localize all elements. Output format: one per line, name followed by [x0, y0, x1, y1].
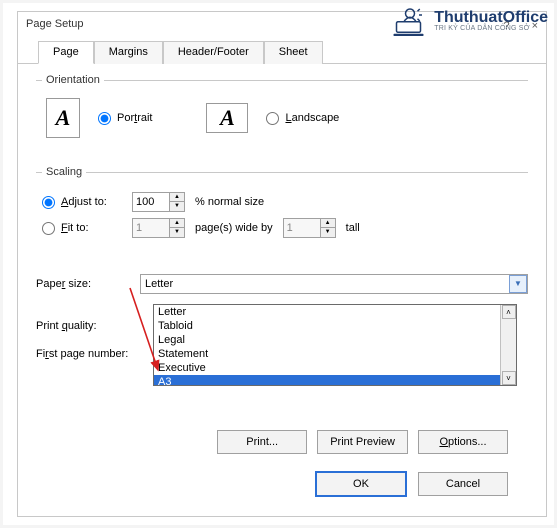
titlebar: Page Setup ? ×	[18, 12, 546, 38]
tab-sheet[interactable]: Sheet	[264, 41, 323, 64]
spin-down-icon[interactable]: ▼	[321, 228, 335, 237]
adjust-to-radio-input[interactable]	[42, 196, 55, 209]
adjust-to-input[interactable]	[132, 192, 170, 212]
close-button[interactable]: ×	[532, 20, 538, 32]
list-item[interactable]: Statement	[154, 347, 516, 361]
adjust-to-spinner[interactable]: ▲▼	[132, 192, 185, 212]
dialog-title: Page Setup	[26, 18, 84, 30]
tab-page[interactable]: Page	[38, 41, 94, 64]
tabstrip: Page Margins Header/Footer Sheet	[18, 40, 546, 64]
spin-up-icon[interactable]: ▲	[321, 219, 335, 228]
chevron-down-icon[interactable]: ▼	[509, 275, 527, 293]
list-item-selected[interactable]: A3	[154, 375, 516, 385]
adjust-to-radio[interactable]: Adjust to:	[42, 196, 122, 209]
paper-size-combo[interactable]: Letter ▼	[140, 274, 528, 294]
scaling-group: Scaling Adjust to: ▲▼ % normal size Fit …	[36, 166, 528, 250]
options-button[interactable]: Options...	[418, 430, 508, 454]
tab-headerfooter-label: Header/Footer	[178, 46, 249, 58]
paper-size-dropdown[interactable]: Letter Tabloid Legal Statement Executive…	[153, 304, 517, 386]
fit-wide-input[interactable]	[132, 218, 170, 238]
tab-margins[interactable]: Margins	[94, 41, 163, 64]
fit-to-radio-input[interactable]	[42, 222, 55, 235]
list-item[interactable]: Letter	[154, 305, 516, 319]
fit-tall-label: tall	[346, 222, 360, 234]
scroll-up-icon[interactable]: ˄	[502, 305, 516, 319]
landscape-radio-input[interactable]	[266, 112, 279, 125]
fit-wide-spinner[interactable]: ▲▼	[132, 218, 185, 238]
list-item[interactable]: Legal	[154, 333, 516, 347]
spin-up-icon[interactable]: ▲	[170, 193, 184, 202]
tab-sheet-label: Sheet	[279, 46, 308, 58]
paper-size-row: Paper size: Letter ▼	[36, 274, 528, 294]
landscape-radio[interactable]: Landscape	[266, 112, 339, 125]
action-row-1: Print... Print Preview Options...	[36, 410, 528, 462]
page-setup-dialog: Page Setup ? × Page Margins Header/Foote…	[17, 11, 547, 517]
fit-tall-spinner[interactable]: ▲▼	[283, 218, 336, 238]
adjust-to-suffix: % normal size	[195, 196, 264, 208]
list-item[interactable]: Tabloid	[154, 319, 516, 333]
action-row-2: OK Cancel	[36, 462, 528, 506]
fit-tall-input[interactable]	[283, 218, 321, 238]
paper-size-value: Letter	[145, 278, 173, 290]
fit-to-radio[interactable]: Fit to:	[42, 222, 122, 235]
titlebar-controls: ? ×	[504, 16, 538, 32]
portrait-radio-input[interactable]	[98, 112, 111, 125]
scaling-legend: Scaling	[42, 166, 86, 178]
landscape-icon: A	[206, 103, 248, 133]
cancel-button[interactable]: Cancel	[418, 472, 508, 496]
print-button[interactable]: Print...	[217, 430, 307, 454]
orientation-legend: Orientation	[42, 74, 104, 86]
spin-down-icon[interactable]: ▼	[170, 228, 184, 237]
portrait-icon: A	[46, 98, 80, 138]
print-preview-button[interactable]: Print Preview	[317, 430, 408, 454]
tab-header-footer[interactable]: Header/Footer	[163, 41, 264, 64]
list-item[interactable]: Executive	[154, 361, 516, 375]
spin-up-icon[interactable]: ▲	[170, 219, 184, 228]
portrait-radio[interactable]: Portrait	[98, 112, 152, 125]
fit-mid-label: page(s) wide by	[195, 222, 273, 234]
ok-button[interactable]: OK	[316, 472, 406, 496]
help-button[interactable]: ?	[504, 20, 510, 32]
tab-page-label: Page	[53, 46, 79, 58]
scroll-down-icon[interactable]: ˅	[502, 371, 516, 385]
dropdown-scrollbar[interactable]: ˄ ˅	[500, 305, 516, 385]
spin-down-icon[interactable]: ▼	[170, 202, 184, 211]
tab-margins-label: Margins	[109, 46, 148, 58]
dialog-body: Orientation A Portrait A Landscape Scali…	[18, 64, 546, 516]
orientation-group: Orientation A Portrait A Landscape	[36, 74, 528, 156]
